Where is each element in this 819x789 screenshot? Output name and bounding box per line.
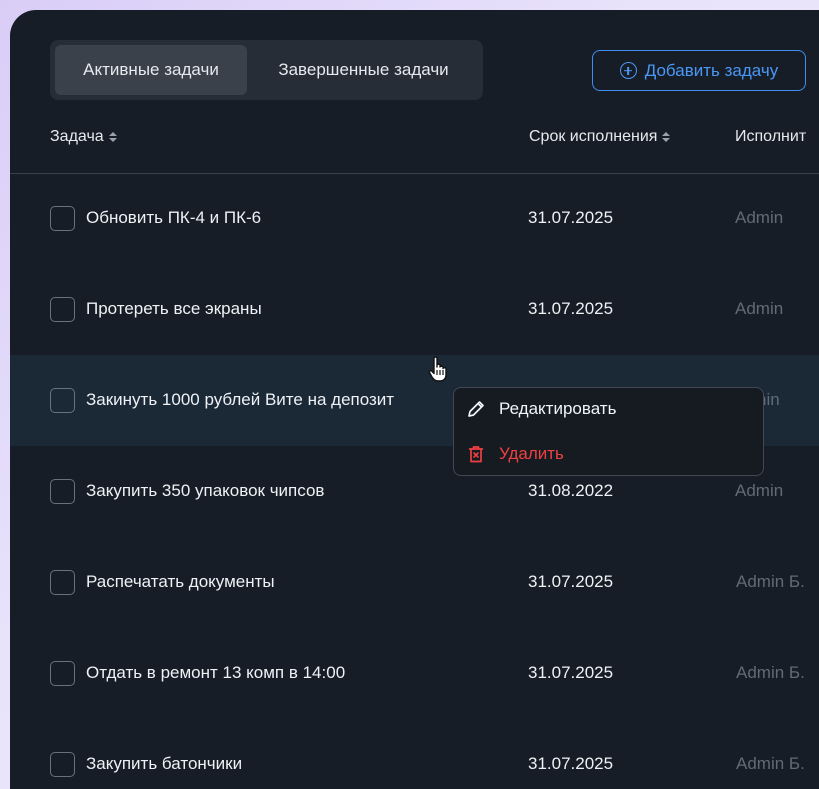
- task-title: Протереть все экраны: [86, 299, 262, 318]
- task-due-date: 31.07.2025: [528, 572, 614, 591]
- task-checkbox[interactable]: [50, 297, 75, 322]
- task-due-date: 31.07.2025: [528, 663, 614, 682]
- tab-active-tasks[interactable]: Активные задачи: [55, 45, 247, 95]
- task-assignee: Admin Б.: [736, 663, 805, 682]
- tab-completed-tasks[interactable]: Завершенные задачи: [251, 45, 476, 95]
- table-row[interactable]: Протереть все экраны 31.07.2025 Admin: [10, 264, 819, 355]
- task-due-date: 31.07.2025: [528, 299, 614, 318]
- plus-circle-icon: [619, 62, 637, 79]
- edit-menu-item[interactable]: Редактировать: [466, 399, 616, 419]
- trash-icon: [469, 446, 483, 463]
- task-title: Распечатать документы: [86, 572, 275, 591]
- table-row[interactable]: Отдать в ремонт 13 комп в 14:00 31.07.20…: [10, 628, 819, 719]
- task-due-date: 31.07.2025: [528, 754, 614, 773]
- task-due-date: 31.07.2025: [528, 208, 614, 227]
- task-assignee: Admin: [735, 208, 784, 227]
- task-title: Отдать в ремонт 13 комп в 14:00: [86, 663, 346, 682]
- table-header: Задача Срок исполнения Исполнит: [10, 110, 819, 174]
- pencil-icon: [468, 401, 484, 417]
- task-list: Обновить ПК-4 и ПК-6 31.07.2025 Admin Пр…: [10, 173, 819, 789]
- task-due-date: 31.08.2022: [528, 481, 614, 500]
- task-title: Закинуть 1000 рублей Вите на депозит: [86, 390, 395, 409]
- task-title: Обновить ПК-4 и ПК-6: [86, 208, 262, 227]
- edit-menu-label: Редактировать: [499, 399, 617, 418]
- column-header-assignee-label: Исполнит: [735, 128, 807, 145]
- row-context-menu: Редактировать Удалить: [453, 387, 764, 476]
- task-assignee: Admin Б.: [736, 572, 805, 591]
- sort-icon: [662, 132, 671, 142]
- column-header-due[interactable]: Срок исполнения: [529, 128, 671, 146]
- column-header-assignee[interactable]: Исполнит: [735, 128, 806, 146]
- table-row[interactable]: Распечатать документы 31.07.2025 Admin Б…: [10, 537, 819, 628]
- sort-icon: [108, 132, 117, 142]
- task-checkbox[interactable]: [50, 752, 75, 777]
- column-header-task-label: Задача: [50, 128, 104, 145]
- task-checkbox[interactable]: [50, 479, 75, 504]
- table-row[interactable]: Закупить батончики 31.07.2025 Admin Б.: [10, 719, 819, 789]
- add-task-button[interactable]: Добавить задачу: [592, 50, 806, 91]
- task-title: Закупить 350 упаковок чипсов: [86, 481, 325, 500]
- task-assignee: Admin Б.: [736, 754, 805, 773]
- delete-menu-label: Удалить: [499, 444, 564, 463]
- task-assignee: Admin: [735, 299, 784, 318]
- hand-cursor-icon: [428, 356, 447, 382]
- task-tabs: Активные задачи Завершенные задачи: [50, 40, 483, 100]
- task-checkbox[interactable]: [50, 388, 75, 413]
- task-checkbox[interactable]: [50, 570, 75, 595]
- column-header-due-label: Срок исполнения: [529, 128, 658, 145]
- task-assignee: Admin: [735, 481, 784, 500]
- task-checkbox[interactable]: [50, 661, 75, 686]
- table-row[interactable]: Обновить ПК-4 и ПК-6 31.07.2025 Admin: [10, 173, 819, 264]
- add-task-label: Добавить задачу: [644, 60, 779, 80]
- task-checkbox[interactable]: [50, 206, 75, 231]
- delete-menu-item[interactable]: Удалить: [466, 444, 564, 464]
- column-header-task[interactable]: Задача: [50, 128, 117, 146]
- task-title: Закупить батончики: [86, 754, 243, 773]
